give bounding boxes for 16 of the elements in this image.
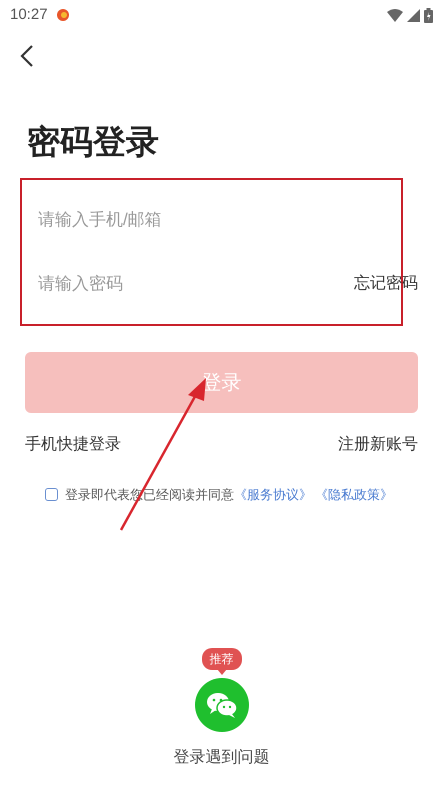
- wifi-icon: [387, 8, 403, 22]
- battery-icon: [424, 8, 433, 22]
- quick-login-link[interactable]: 手机快捷登录: [25, 433, 121, 457]
- wechat-login-button[interactable]: [194, 678, 248, 732]
- status-time: 10:27: [10, 4, 48, 25]
- policy-link[interactable]: 《服务协议》: [234, 485, 312, 504]
- chat-bubbles-icon: [204, 691, 238, 719]
- input-field[interactable]: 请输入密码: [38, 271, 278, 297]
- agreement-checkbox[interactable]: [45, 488, 58, 502]
- page-title: 密码登录: [27, 122, 160, 162]
- app-notification-icon: [56, 8, 70, 22]
- signal-icon: [407, 8, 420, 22]
- input-field[interactable]: 请输入手机/邮箱: [38, 207, 278, 233]
- register-link[interactable]: 注册新账号: [338, 433, 418, 457]
- help-link[interactable]: 登录遇到问题: [174, 746, 270, 770]
- policy-link[interactable]: 《隐私政策》: [315, 485, 393, 504]
